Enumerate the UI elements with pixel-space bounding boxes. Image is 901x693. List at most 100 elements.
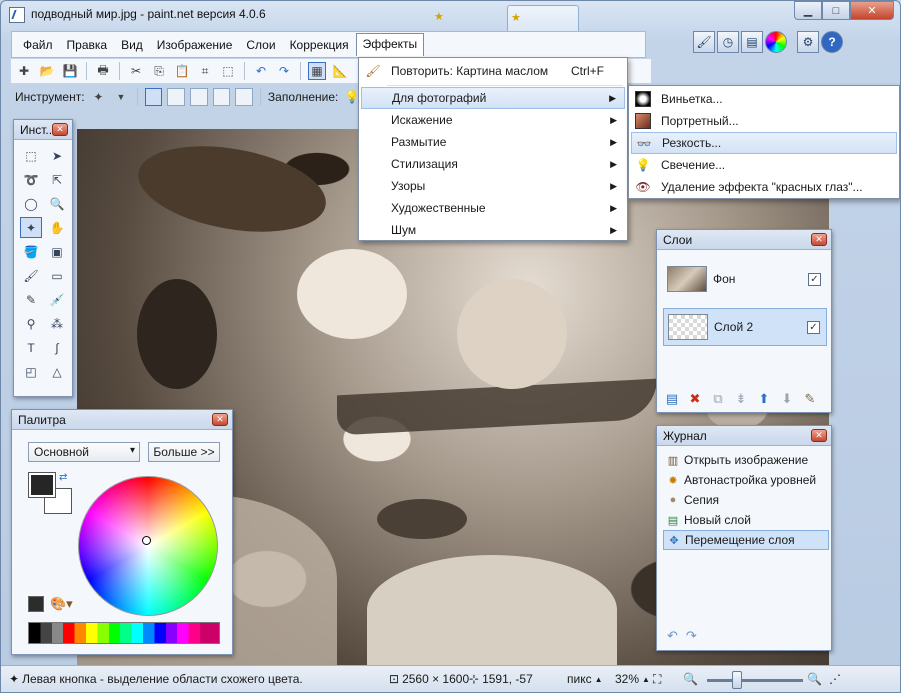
rectangle-select-icon[interactable]: ⬚ bbox=[20, 145, 42, 166]
palette-mode-select[interactable]: Основной bbox=[28, 442, 140, 462]
close-button[interactable]: ✕ bbox=[850, 1, 894, 20]
history-panel-header[interactable]: Журнал ✕ bbox=[657, 426, 831, 446]
crop-icon[interactable]: ⌗ bbox=[196, 62, 214, 80]
submenu-item-portrait[interactable]: Портретный... bbox=[631, 110, 897, 132]
zoom-slider-handle[interactable] bbox=[732, 671, 742, 689]
menu-layers[interactable]: Слои bbox=[239, 34, 282, 56]
merge-layer-down-icon[interactable]: ⇟ bbox=[732, 390, 750, 408]
line-curve-icon[interactable]: ∫ bbox=[46, 337, 68, 358]
menu-item-noise[interactable]: Шум ▶ bbox=[361, 219, 625, 241]
minimize-button[interactable]: ▁ bbox=[794, 1, 822, 20]
zoom-to-window-icon[interactable]: ⛶ bbox=[653, 672, 661, 687]
tools-window-toggle-icon[interactable]: 🖌 bbox=[693, 31, 715, 53]
pencil-icon[interactable]: ✎ bbox=[20, 289, 42, 310]
selection-mode-replace[interactable] bbox=[144, 88, 163, 106]
menu-effects[interactable]: Эффекты bbox=[355, 33, 425, 56]
ellipse-select-icon[interactable]: ◯ bbox=[20, 193, 42, 214]
resize-grip-icon[interactable]: ⋰ bbox=[829, 672, 841, 686]
submenu-item-sharpen[interactable]: 👓 Резкость... bbox=[631, 132, 897, 154]
color-wheel-cursor[interactable] bbox=[142, 536, 151, 545]
move-layer-down-icon[interactable]: ⬇ bbox=[778, 390, 796, 408]
menu-item-render[interactable]: Узоры ▶ bbox=[361, 175, 625, 197]
menu-item-blur[interactable]: Размытие ▶ bbox=[361, 131, 625, 153]
delete-layer-icon[interactable]: ✖ bbox=[686, 390, 704, 408]
eraser-icon[interactable]: ▭ bbox=[46, 265, 68, 286]
menu-item-photo[interactable]: Для фотографий ▶ bbox=[361, 87, 625, 109]
history-item[interactable]: ● Сепия bbox=[663, 490, 829, 510]
submenu-item-red-eye[interactable]: 👁 Удаление эффекта "красных глаз"... bbox=[631, 176, 897, 198]
close-icon[interactable]: ✕ bbox=[212, 413, 228, 426]
history-item[interactable]: ✸ Автонастройка уровней bbox=[663, 470, 829, 490]
palette-menu-icon[interactable]: 🎨▾ bbox=[50, 596, 73, 612]
clone-stamp-icon[interactable]: ⚲ bbox=[20, 313, 42, 334]
add-layer-icon[interactable]: ▤ bbox=[663, 390, 681, 408]
gradient-icon[interactable]: ▣ bbox=[46, 241, 68, 262]
paintnet-app-icon[interactable] bbox=[9, 7, 25, 23]
print-icon[interactable]: 🖶 bbox=[94, 62, 112, 80]
color-wheel[interactable] bbox=[78, 476, 218, 616]
chevron-down-icon[interactable]: ▼ bbox=[112, 88, 130, 106]
submenu-item-vignette[interactable]: Виньетка... bbox=[631, 88, 897, 110]
pan-hand-icon[interactable]: ✋ bbox=[46, 217, 68, 238]
shapes-icon[interactable]: ◰ bbox=[20, 361, 42, 382]
layer-row[interactable]: Слой 2 ✓ bbox=[663, 308, 827, 346]
zoom-in-icon[interactable]: 🔍 bbox=[807, 672, 822, 686]
close-icon[interactable]: ✕ bbox=[811, 233, 827, 246]
palette-panel-header[interactable]: Палитра ✕ bbox=[12, 410, 232, 430]
text-icon[interactable]: T bbox=[20, 337, 42, 358]
layer-row[interactable]: Фон ✓ bbox=[663, 260, 827, 298]
zoom-icon[interactable]: 🔍 bbox=[46, 193, 68, 214]
save-icon[interactable]: 💾 bbox=[61, 62, 79, 80]
cut-icon[interactable]: ✂ bbox=[127, 62, 145, 80]
new-image-icon[interactable]: ✚ bbox=[15, 62, 33, 80]
settings-gear-icon[interactable]: ⚙ bbox=[797, 31, 819, 53]
layer-properties-icon[interactable]: ✎ bbox=[801, 390, 819, 408]
close-icon[interactable]: ✕ bbox=[811, 429, 827, 442]
color-picker-icon[interactable]: 💉 bbox=[46, 289, 68, 310]
more-colors-button[interactable]: Больше >> bbox=[148, 442, 220, 462]
redo-icon[interactable]: ↷ bbox=[275, 62, 293, 80]
color-swatches-strip[interactable] bbox=[28, 622, 220, 644]
shapes-triangle-icon[interactable]: △ bbox=[46, 361, 68, 382]
magic-wand-icon[interactable]: ✦ bbox=[90, 88, 108, 106]
help-icon[interactable]: ? bbox=[821, 31, 843, 53]
status-zoom[interactable]: 32% ▲ bbox=[615, 672, 650, 686]
menu-item-distort[interactable]: Искажение ▶ bbox=[361, 109, 625, 131]
layers-window-toggle-icon[interactable]: ▤ bbox=[741, 31, 763, 53]
selection-mode-invert[interactable] bbox=[235, 88, 253, 106]
status-units[interactable]: пикс ▲ bbox=[567, 672, 603, 686]
magic-wand-icon[interactable]: ✦ bbox=[20, 217, 42, 238]
layer-visibility-checkbox[interactable]: ✓ bbox=[808, 272, 821, 286]
primary-color-swatch[interactable] bbox=[28, 472, 56, 498]
history-item[interactable]: ▤ Новый слой bbox=[663, 510, 829, 530]
zoom-out-icon[interactable]: 🔍 bbox=[683, 672, 698, 686]
reset-colors-icon[interactable] bbox=[28, 596, 44, 612]
selection-mode-exclude[interactable] bbox=[190, 88, 208, 106]
layer-visibility-checkbox[interactable]: ✓ bbox=[807, 320, 820, 334]
lasso-select-icon[interactable]: ➰ bbox=[20, 169, 42, 190]
selection-mode-union[interactable] bbox=[167, 88, 185, 106]
undo-icon[interactable]: ↶ bbox=[667, 628, 678, 644]
move-selection-icon[interactable]: ⇱ bbox=[46, 169, 68, 190]
move-layer-up-icon[interactable]: ⬆ bbox=[755, 390, 773, 408]
menu-image[interactable]: Изображение bbox=[150, 34, 240, 56]
open-folder-icon[interactable]: 📂 bbox=[38, 62, 56, 80]
redo-icon[interactable]: ↷ bbox=[686, 628, 697, 644]
grid-icon[interactable]: ▦ bbox=[308, 62, 326, 80]
menu-view[interactable]: Вид bbox=[114, 34, 150, 56]
menu-adjustments[interactable]: Коррекция bbox=[283, 34, 356, 56]
paint-bucket-icon[interactable]: 🪣 bbox=[20, 241, 42, 262]
history-item[interactable]: ▥ Открыть изображение bbox=[663, 450, 829, 470]
undo-icon[interactable]: ↶ bbox=[252, 62, 270, 80]
history-window-toggle-icon[interactable]: ◷ bbox=[717, 31, 739, 53]
zoom-slider-track[interactable] bbox=[707, 679, 803, 682]
deselect-icon[interactable]: ⬚ bbox=[219, 62, 237, 80]
move-selected-icon[interactable]: ➤ bbox=[46, 145, 68, 166]
submenu-item-glow[interactable]: 💡 Свечение... bbox=[631, 154, 897, 176]
menu-edit[interactable]: Правка bbox=[60, 34, 115, 56]
repeat-effect-item[interactable]: 🖌 Повторить: Картина маслом Ctrl+F bbox=[361, 60, 625, 82]
menu-item-stylize[interactable]: Стилизация ▶ bbox=[361, 153, 625, 175]
selection-mode-intersect[interactable] bbox=[212, 88, 231, 106]
maximize-button[interactable]: □ bbox=[822, 1, 850, 20]
paste-icon[interactable]: 📋 bbox=[173, 62, 191, 80]
